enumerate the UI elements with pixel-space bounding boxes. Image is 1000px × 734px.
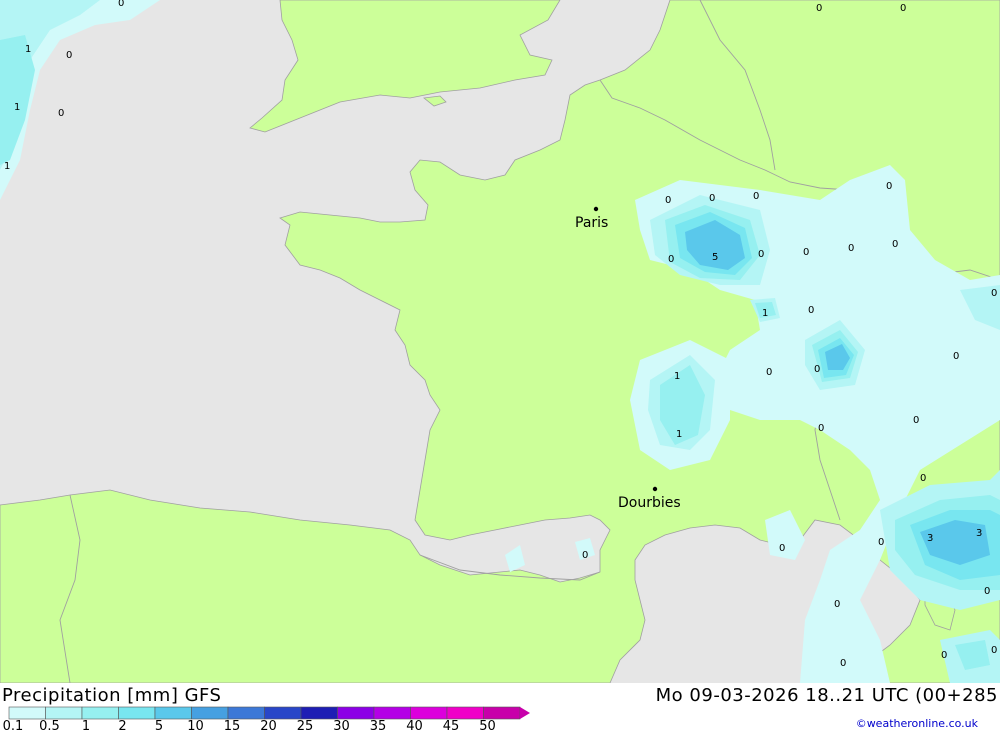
legend-label: 15 [223, 719, 241, 734]
city-label: Paris [575, 215, 608, 231]
value-label: 0 [840, 658, 846, 669]
value-label: 0 [66, 50, 72, 61]
value-label: 0 [818, 423, 824, 434]
value-label: 1 [25, 44, 31, 55]
legend-label: 40 [406, 719, 423, 734]
legend-swatch [264, 706, 302, 720]
legend-label: 25 [296, 719, 314, 734]
value-label: 0 [758, 249, 764, 260]
legend-swatch [118, 706, 156, 720]
value-label: 0 [766, 367, 772, 378]
value-label: 0 [582, 550, 588, 561]
value-label: 0 [665, 195, 671, 206]
value-label: 0 [848, 243, 854, 254]
value-label: 3 [927, 533, 933, 544]
legend-swatch [81, 706, 119, 720]
map-footer: Precipitation [mm] GFS Mo 09-03-2026 18.… [0, 683, 1000, 734]
legend-label: 35 [369, 719, 387, 734]
legend-swatch [373, 706, 411, 720]
legend-swatch [45, 706, 83, 720]
value-label: 0 [668, 254, 674, 265]
value-label: 0 [984, 586, 990, 597]
value-label: 0 [709, 193, 715, 204]
value-label: 0 [878, 537, 884, 548]
legend-label: 45 [442, 719, 460, 734]
value-label: 0 [892, 239, 898, 250]
value-label: 0 [913, 415, 919, 426]
legend-swatch [227, 706, 265, 720]
legend-swatch [483, 706, 521, 720]
legend-label: 1 [81, 719, 91, 734]
value-label: 0 [753, 191, 759, 202]
city-marker [593, 206, 599, 212]
value-label: 0 [900, 3, 906, 14]
legend-swatch [191, 706, 229, 720]
legend-label: 20 [260, 719, 277, 734]
legend-swatch [300, 706, 338, 720]
legend-label: 5 [154, 719, 164, 734]
legend-swatch [8, 706, 46, 720]
value-label: 0 [816, 3, 822, 14]
legend-label: 0.1 [2, 719, 24, 734]
city-marker [652, 486, 658, 492]
value-label: 0 [886, 181, 892, 192]
map-title: Precipitation [mm] GFS [2, 685, 222, 706]
value-label: 0 [941, 650, 947, 661]
value-label: 1 [14, 102, 20, 113]
legend-label: 2 [118, 719, 127, 734]
value-label: 0 [991, 645, 997, 656]
precipitation-map[interactable]: Paris Dourbies 0 1 0 1 0 1 0 0 0 0 0 0 5… [0, 0, 1000, 684]
value-label: 0 [834, 599, 840, 610]
legend-label: 10 [187, 719, 204, 734]
value-label: 0 [814, 364, 820, 375]
value-label: 0 [803, 247, 809, 258]
value-label: 0 [953, 351, 959, 362]
legend-swatch [446, 706, 484, 720]
legend-label: 50 [479, 719, 496, 734]
value-label: 1 [4, 161, 10, 172]
legend-label: 30 [333, 719, 350, 734]
value-label: 0 [991, 288, 997, 299]
legend-swatch [410, 706, 448, 720]
value-label: 5 [712, 252, 718, 263]
value-label: 0 [808, 305, 814, 316]
legend-arrow [520, 707, 530, 719]
value-label: 0 [58, 108, 64, 119]
value-label: 0 [779, 543, 785, 554]
value-label: 1 [674, 371, 680, 382]
legend-swatch [154, 706, 192, 720]
value-label: 1 [762, 308, 768, 319]
value-label: 1 [676, 429, 682, 440]
city-label: Dourbies [618, 495, 681, 511]
legend-label: 0.5 [39, 719, 60, 734]
credit-link[interactable]: ©weatheronline.co.uk [856, 717, 978, 730]
value-label: 3 [976, 528, 982, 539]
map-canvas: Paris Dourbies 0 1 0 1 0 1 0 0 0 0 0 0 5… [0, 0, 1000, 684]
value-label: 0 [920, 473, 926, 484]
legend-swatch [337, 706, 375, 720]
value-label: 0 [118, 0, 124, 9]
map-timestamp: Mo 09-03-2026 18..21 UTC (00+285 [655, 685, 998, 706]
